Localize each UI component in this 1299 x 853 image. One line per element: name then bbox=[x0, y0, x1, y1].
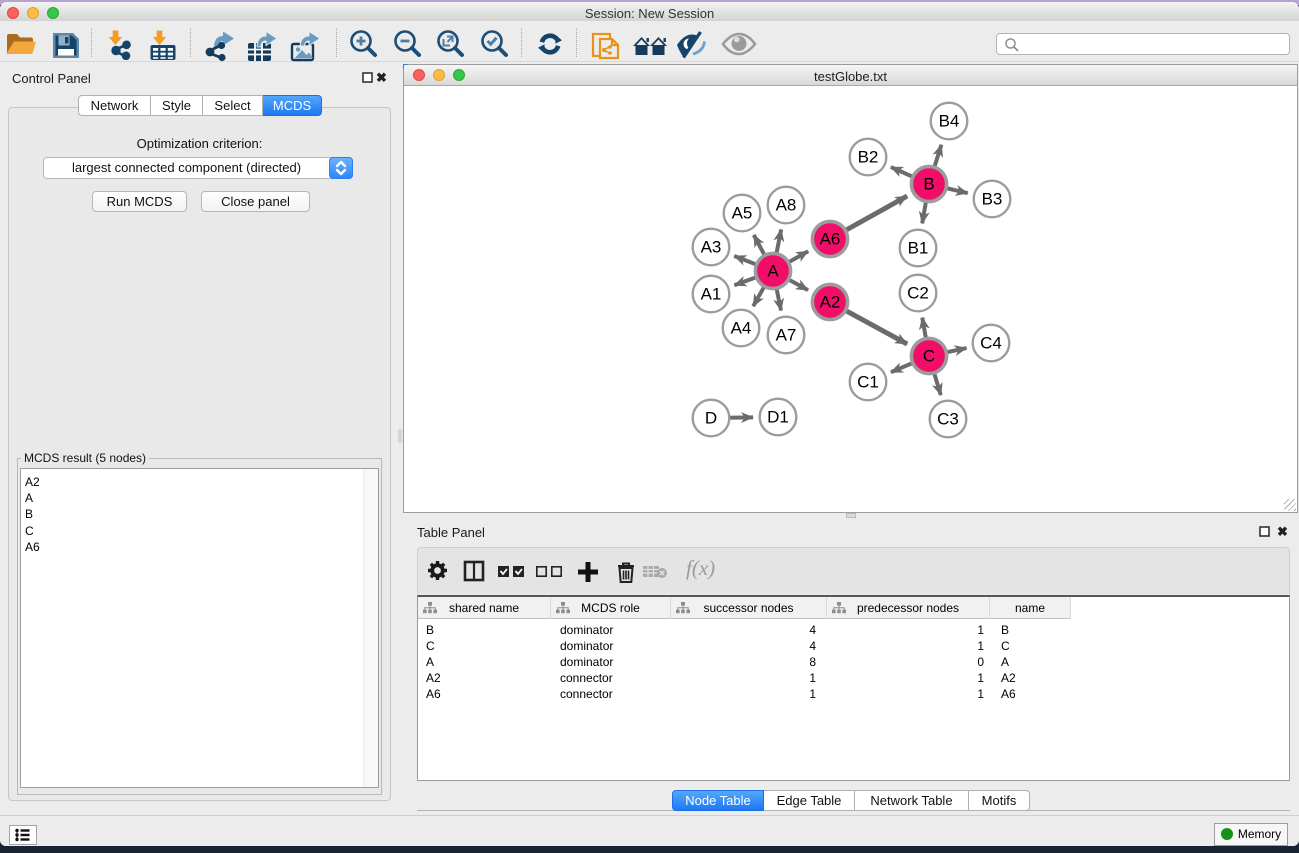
svg-text:C1: C1 bbox=[857, 373, 879, 392]
svg-text:A3: A3 bbox=[701, 238, 722, 257]
svg-text:B3: B3 bbox=[982, 190, 1003, 209]
svg-text:C: C bbox=[923, 347, 935, 366]
svg-text:A1: A1 bbox=[701, 285, 722, 304]
svg-text:A5: A5 bbox=[732, 204, 753, 223]
svg-text:D1: D1 bbox=[767, 408, 789, 427]
svg-text:A6: A6 bbox=[820, 230, 841, 249]
svg-text:C3: C3 bbox=[937, 410, 959, 429]
svg-text:A4: A4 bbox=[731, 319, 752, 338]
svg-text:C4: C4 bbox=[980, 334, 1002, 353]
svg-text:A2: A2 bbox=[820, 293, 841, 312]
svg-text:D: D bbox=[705, 409, 717, 428]
svg-text:A: A bbox=[767, 262, 779, 281]
svg-text:B4: B4 bbox=[939, 112, 960, 131]
svg-text:B: B bbox=[923, 175, 934, 194]
svg-text:A7: A7 bbox=[776, 326, 797, 345]
svg-text:B1: B1 bbox=[908, 239, 929, 258]
svg-text:A8: A8 bbox=[776, 196, 797, 215]
svg-text:C2: C2 bbox=[907, 284, 929, 303]
svg-text:B2: B2 bbox=[858, 148, 879, 167]
